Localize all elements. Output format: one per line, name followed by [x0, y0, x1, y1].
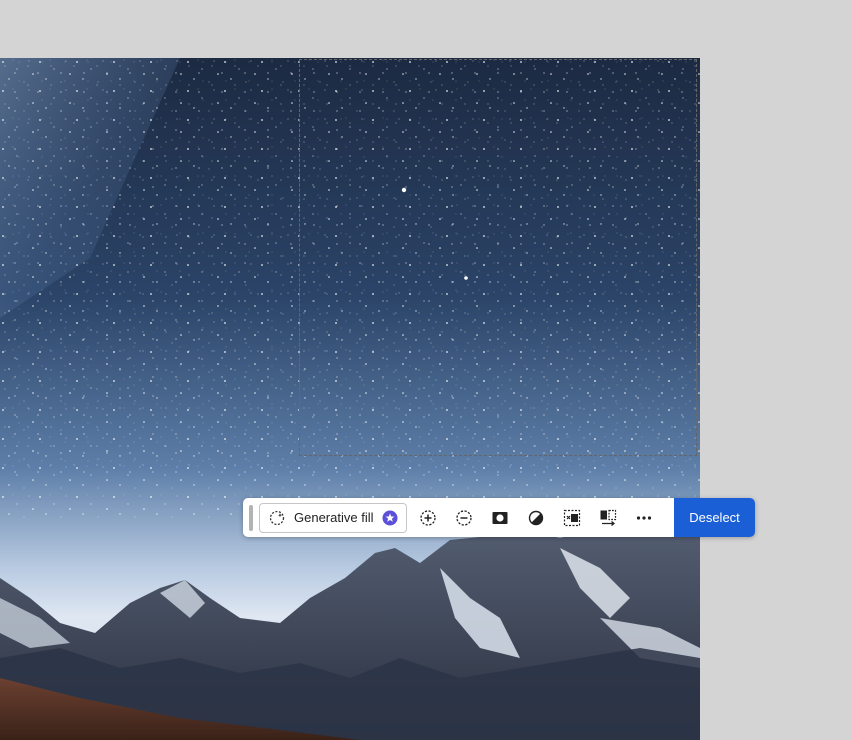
subtract-circle-icon	[455, 509, 473, 527]
generative-fill-icon	[269, 510, 285, 526]
add-to-selection-button[interactable]	[410, 503, 446, 533]
half-circle-icon	[527, 509, 545, 527]
more-options-button[interactable]	[626, 503, 662, 533]
canvas-image[interactable]	[0, 58, 700, 740]
transform-selection-icon	[599, 509, 617, 527]
mask-icon	[491, 509, 509, 527]
night-sky-mountain-photo	[0, 58, 700, 740]
drag-handle[interactable]	[249, 504, 253, 531]
premium-badge-icon	[382, 510, 398, 526]
add-circle-icon	[419, 509, 437, 527]
create-mask-button[interactable]	[482, 503, 518, 533]
generative-fill-button[interactable]: Generative fill	[259, 502, 408, 533]
subtract-from-selection-button[interactable]	[446, 503, 482, 533]
contextual-task-bar: Generative fill Deselect	[243, 498, 755, 537]
adjustment-button[interactable]	[518, 503, 554, 533]
transform-selection-button[interactable]	[590, 503, 626, 533]
deselect-button[interactable]: Deselect	[674, 498, 755, 537]
ellipsis-icon	[635, 509, 653, 527]
invert-selection-button[interactable]	[554, 503, 590, 533]
generative-fill-label: Generative fill	[294, 510, 374, 525]
invert-selection-icon	[563, 509, 581, 527]
